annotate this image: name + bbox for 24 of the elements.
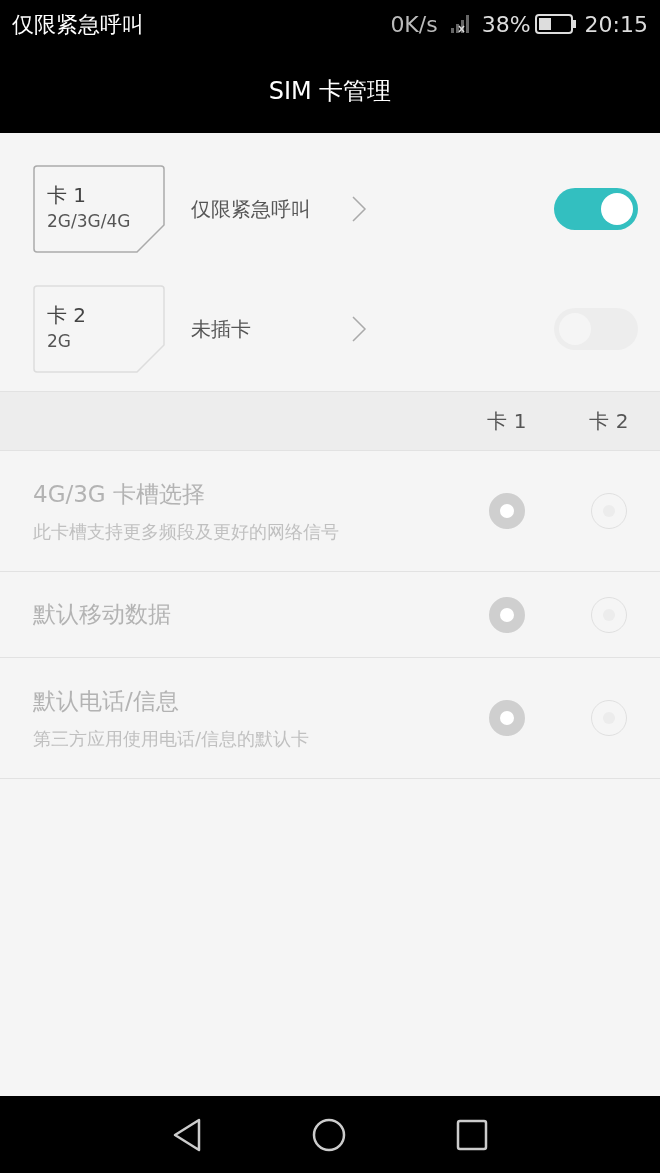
sim-name: 卡 2 [47,302,88,329]
column-header: 卡 2 [588,408,630,435]
chevron-right-icon[interactable] [351,195,367,223]
battery-icon [534,14,577,34]
sim-network-types: 2G [47,330,72,353]
signal-icon [449,14,470,34]
page-title: SIM 卡管理 [268,75,392,107]
clock: 20:15 [584,10,648,39]
setting-title: 默认电话/信息 [33,687,180,717]
column-header: 卡 1 [486,408,528,435]
setting-title: 默认移动数据 [33,600,172,630]
recents-icon[interactable] [456,1118,488,1151]
sim-status: 未插卡 [191,316,252,343]
sim-status: 仅限紧急呼叫 [191,196,312,223]
back-icon[interactable] [172,1117,202,1152]
carrier-text: 仅限紧急呼叫 [12,10,144,39]
network-speed: 0K/s [390,10,438,39]
chevron-right-icon[interactable] [351,315,367,343]
battery-percent: 38% [481,10,531,39]
sim-network-types: 2G/3G/4G [47,210,132,233]
setting-title: 4G/3G 卡槽选择 [33,480,206,510]
sim-toggle[interactable] [554,188,638,230]
home-icon[interactable] [312,1117,346,1152]
sim-name: 卡 1 [47,182,88,209]
